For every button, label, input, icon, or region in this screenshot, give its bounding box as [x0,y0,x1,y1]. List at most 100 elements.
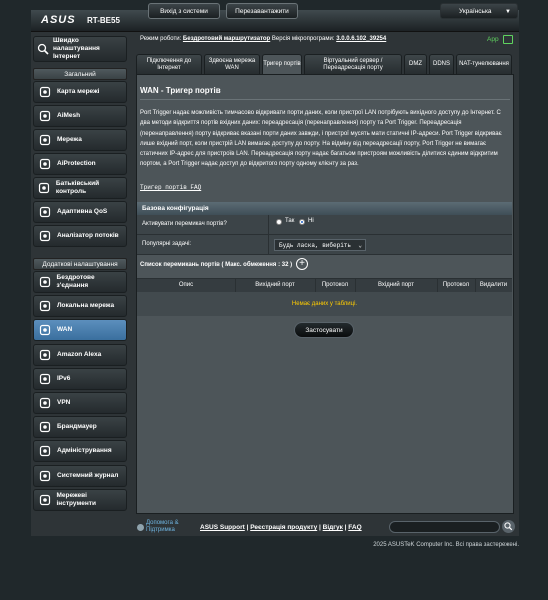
firewall-icon [37,420,53,434]
col-delete: Видалити [479,282,508,288]
sidebar-item-qos-gauge[interactable]: Адаптивна QoS [33,201,127,223]
feedback-link[interactable]: Відгук [323,524,343,531]
faq-link[interactable]: Тригер портів FAQ [140,184,201,191]
shield-icon [37,157,53,171]
trigger-list-label: Список перемикань портів ( Макс. обмежен… [140,262,293,268]
row-separator [268,235,269,255]
lan-icon [37,299,53,313]
network-map-icon [37,85,53,99]
popular-tasks-value: Будь ласка, виберіть [279,242,352,249]
trigger-table-header: Опис Вихідний порт Протокол Вхідний порт… [137,278,512,293]
sidebar-item-label: Карта мережі [57,88,100,95]
tab-nat-passthrough[interactable]: NAT-тунелювання [456,54,512,74]
product-registration-link[interactable]: Реєстрація продукту [250,524,317,531]
qos-gauge-icon [37,205,53,219]
search-input[interactable] [389,521,500,533]
sidebar-item-label: Брандмауер [57,423,97,431]
tab-virtual-server[interactable]: Віртуальний сервер / Переадресація порту [304,54,402,74]
sidebar-item-traffic-analyzer[interactable]: Аналізатор потоків [33,225,127,247]
sidebar-item-label: Amazon Alexa [57,350,102,358]
firmware-link[interactable]: 3.0.0.6.102_39254 [336,36,386,42]
radio-no[interactable] [299,219,305,225]
wireless-icon [37,275,53,289]
globe-icon [37,323,53,337]
sidebar-item-tools[interactable]: Мережеві інструменти [33,488,127,511]
radio-yes[interactable] [276,219,282,225]
sidebar-item-label: Бездротове з'єднання [56,274,95,289]
help-icon [137,524,144,531]
asus-support-link[interactable]: ASUS Support [200,524,245,531]
title-divider [140,99,510,100]
sidebar-item-label: AiProtection [57,160,96,167]
tab-dual-wan[interactable]: Здвоєна мережа WAN [204,54,260,74]
sidebar-item-label: AiMesh [57,112,81,119]
asus-logo[interactable]: ASUS [41,14,76,26]
sidebar-item-label: Швидко налаштування Інтернет [53,37,100,60]
col-description: Опис [178,282,194,288]
sidebar-item-label: Аналізатор потоків [57,232,119,239]
tab-dmz[interactable]: DMZ [404,54,427,74]
firmware-label: Версія мікропрограми: [271,36,335,42]
sidebar-item-label: VPN [57,399,71,406]
advanced-section-header: Додаткові налаштування [33,258,127,270]
sidebar-item-alexa[interactable]: Amazon Alexa [33,343,127,366]
alexa-icon [37,348,53,362]
sidebar-item-label: Адміністрування [57,447,112,455]
col-protocol-in: Протокол [442,282,470,288]
language-select[interactable]: Українська ▼ [440,3,518,19]
tab-internet-connection[interactable]: Підключення до Інтернет [136,54,202,74]
syslog-icon [37,469,53,483]
sidebar-item-label: Батьківський контроль [55,180,100,195]
chevron-down-icon: ⌄ [358,242,362,249]
faq-footer-link[interactable]: FAQ [348,524,361,531]
sidebar-item-label: Мережеві інструменти [56,491,96,507]
sidebar-item-network-map[interactable]: Карта мережі [33,81,127,103]
radio-no-label: Ні [308,218,314,224]
sidebar-item-label: Мережа [57,136,82,143]
sidebar-item-syslog[interactable]: Системний журнал [33,464,127,487]
sidebar-item-aimesh[interactable]: AiMesh [33,105,127,127]
popular-tasks-select[interactable]: Будь ласка, виберіть ⌄ [274,239,366,251]
help-support-link[interactable]: Допомога & Підтримка [146,520,194,534]
sidebar-item-globe[interactable]: WAN [33,319,127,342]
tools-icon [37,493,53,507]
app-icon[interactable] [503,35,513,44]
copyright: 2025 ASUSTeK Computer Inc. Всі права зас… [373,542,519,548]
popular-tasks-label: Популярні задачі: [142,241,192,247]
logout-button[interactable]: Вихід з системи [148,3,220,19]
footer-links: ASUS Support | Реєстрація продукту | Від… [200,524,362,531]
sidebar-item-network[interactable]: Мережа [33,129,127,151]
sidebar-item-lan[interactable]: Локальна мережа [33,295,127,318]
status-line: Режим роботи: Бездротовий маршрутизатор … [140,36,386,42]
search-button[interactable] [502,520,515,533]
sidebar-item-firewall[interactable]: Брандмауер [33,416,127,439]
sidebar-item-quick-setup[interactable]: Швидко налаштування Інтернет [33,36,127,62]
model-name: RT-BE55 [87,16,120,25]
aimesh-icon [37,109,53,123]
network-icon [37,133,53,147]
apply-button[interactable]: Застосувати [294,322,354,338]
mode-label: Режим роботи: [140,36,182,42]
config-header: Базова конфігурація [137,202,512,215]
app-label[interactable]: App [487,36,499,43]
sidebar-item-label: IPv6 [57,374,71,382]
sidebar-item-label: Локальна мережа [57,302,115,310]
sidebar-item-wireless[interactable]: Бездротове з'єднання [33,271,127,293]
ipv6-icon [37,372,53,386]
reboot-button[interactable]: Перезавантажити [226,3,298,19]
empty-table-message: Немає даних у таблиці. [137,292,512,316]
tab-ddns[interactable]: DDNS [429,54,454,74]
wrench-icon [37,42,49,56]
mode-link[interactable]: Бездротовий маршрутизатор [183,36,270,42]
tab-port-trigger[interactable]: Тригер портів [262,54,302,74]
general-section-header: Загальний [33,68,127,80]
parental-icon [37,181,52,195]
popular-tasks-row: Популярні задачі: Будь ласка, виберіть ⌄ [137,235,512,255]
sidebar-item-parental[interactable]: Батьківський контроль [33,177,127,199]
col-protocol-out: Протокол [321,282,349,288]
sidebar-item-shield[interactable]: AiProtection [33,153,127,175]
sidebar-item-admin[interactable]: Адміністрування [33,440,127,463]
sidebar-item-vpn[interactable]: VPN [33,392,127,414]
add-rule-icon[interactable]: + [296,258,308,270]
sidebar-item-ipv6[interactable]: IPv6 [33,367,127,390]
